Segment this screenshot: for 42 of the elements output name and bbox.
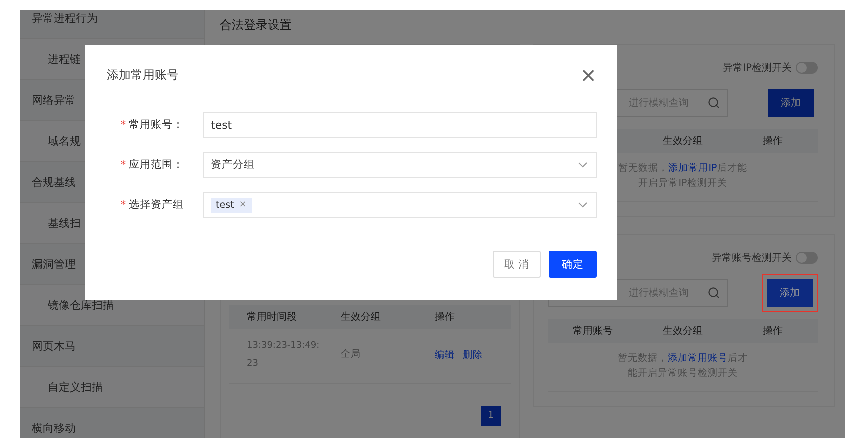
column-header: 操作 xyxy=(762,135,784,148)
action-link[interactable]: 编辑 xyxy=(435,348,455,362)
toggle-switch[interactable] xyxy=(796,62,818,74)
column-header: 生效分组 xyxy=(662,324,704,338)
column-header: 操作 xyxy=(434,311,456,324)
toggle-label: 异常IP检测开关 xyxy=(723,62,792,75)
column-header: 生效分组 xyxy=(340,310,382,324)
search-icon xyxy=(708,287,720,299)
confirm-button[interactable]: 确定 xyxy=(549,251,597,278)
required-mark: * xyxy=(121,200,126,210)
input-field[interactable]: test xyxy=(203,112,597,138)
chevron-down-icon xyxy=(578,202,588,208)
sidebar-item[interactable]: 异常进程行为 xyxy=(20,10,204,39)
chevron-down-icon xyxy=(578,162,588,168)
search-icon xyxy=(708,97,720,109)
page-title: 合法登录设置 xyxy=(220,16,293,34)
column-header: 常用时间段 xyxy=(246,310,298,324)
column-header: 生效分组 xyxy=(662,134,704,148)
cancel-button[interactable]: 取 消 xyxy=(493,251,541,278)
tag-chip[interactable]: test × xyxy=(211,198,252,212)
required-mark: * xyxy=(121,160,126,170)
column-header: 操作 xyxy=(762,325,784,338)
field-label: 常用账号： xyxy=(129,118,184,132)
toggle-label: 异常账号检测开关 xyxy=(712,252,792,265)
multi-select-field[interactable]: test × xyxy=(203,192,597,218)
toggle-switch[interactable] xyxy=(796,252,818,264)
close-button[interactable]: × xyxy=(580,65,597,85)
dialog-title: 添加常用账号 xyxy=(107,66,179,84)
add-button[interactable]: 添加 xyxy=(767,279,813,307)
required-mark: * xyxy=(121,120,126,130)
action-link[interactable]: 删除 xyxy=(463,348,483,362)
page-button[interactable]: 1 xyxy=(481,406,501,426)
column-header: 常用账号 xyxy=(572,324,614,338)
field-label: 应用范围： xyxy=(129,158,184,172)
field-label: 选择资产组 xyxy=(129,198,184,212)
table-cell-text: 13:39:23-13:49:23 xyxy=(246,340,321,371)
add-button[interactable]: 添加 xyxy=(768,89,814,117)
add-link[interactable]: 添加常用IP xyxy=(668,163,718,174)
add-link[interactable]: 添加常用账号 xyxy=(668,353,728,364)
select-field[interactable]: 资产分组 xyxy=(203,152,597,178)
table-cell-text: 全局 xyxy=(340,348,362,362)
remove-icon[interactable]: × xyxy=(239,200,247,210)
